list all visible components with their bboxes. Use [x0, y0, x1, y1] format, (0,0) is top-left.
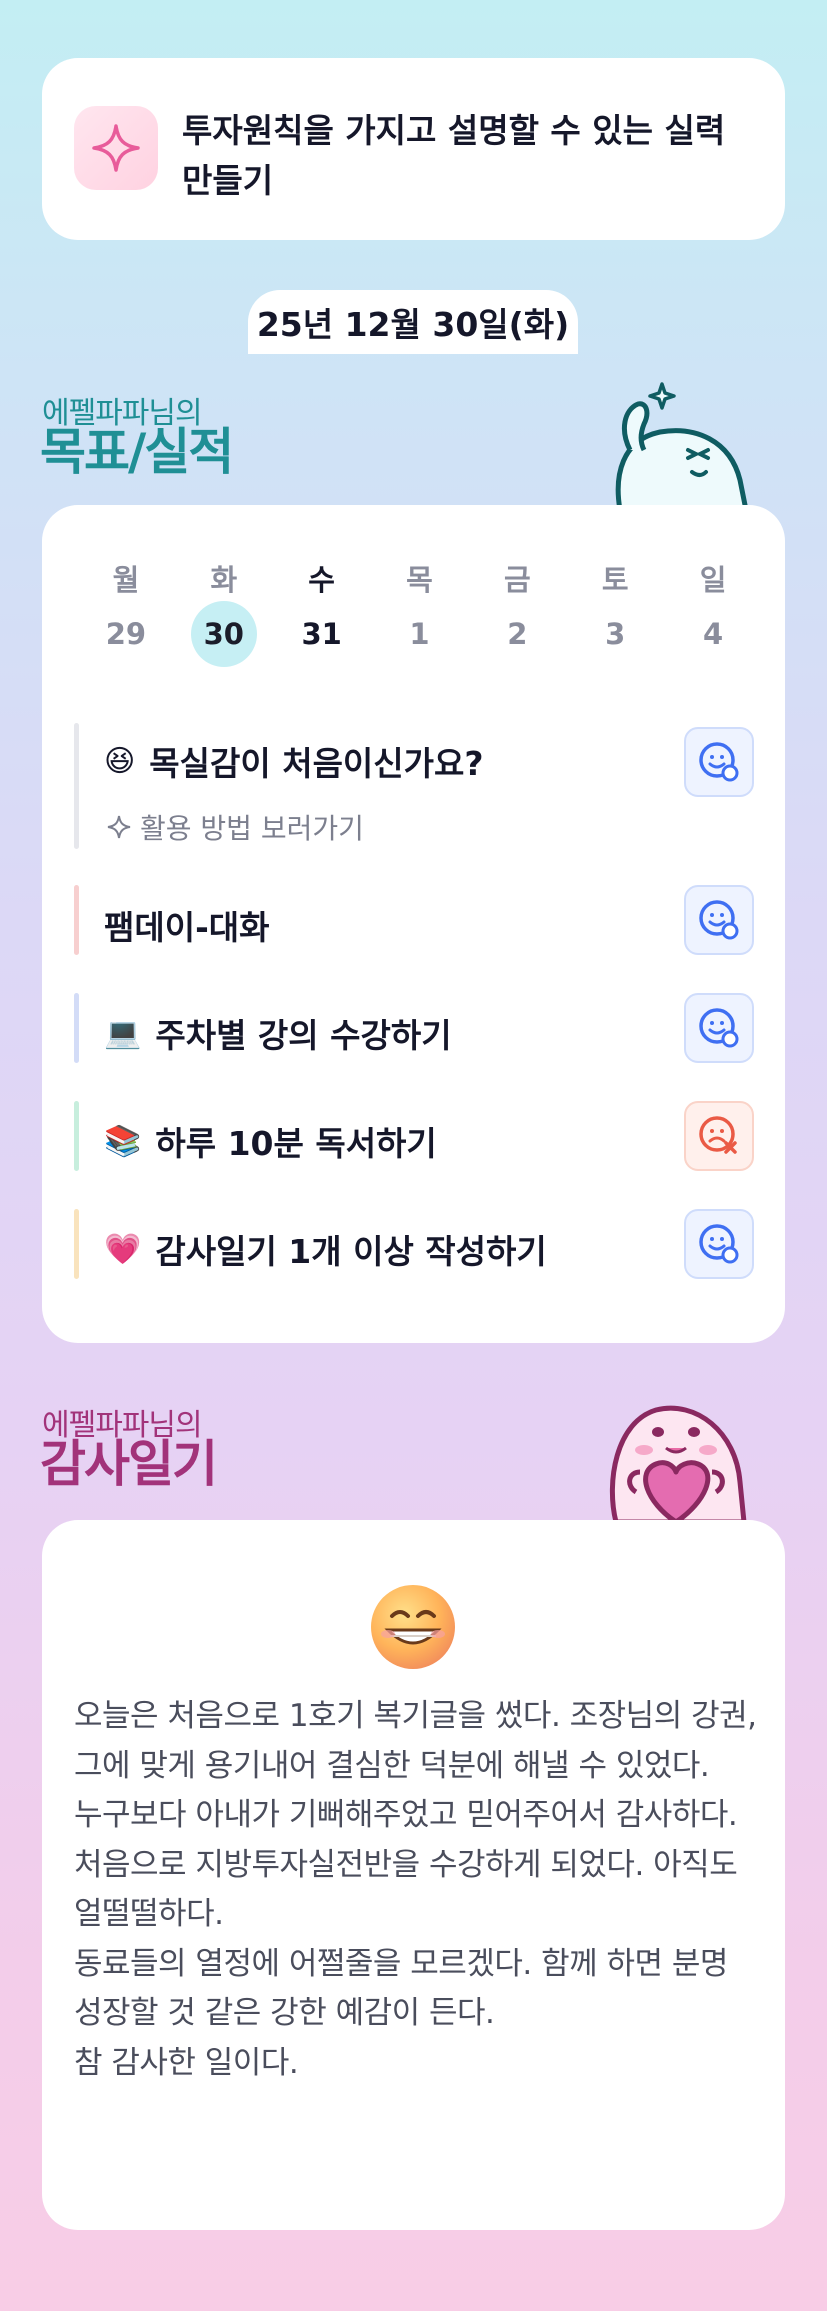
task-item[interactable]: 💻 주차별 강의 수강하기	[74, 993, 754, 1063]
task-title: 주차별 강의 수강하기	[155, 1016, 452, 1055]
task-item[interactable]: 팸데이-대화	[74, 885, 754, 955]
mascot-illustration	[600, 380, 750, 513]
sparkle-icon	[74, 106, 158, 190]
smile-icon	[699, 1008, 739, 1048]
grinning-face-icon	[368, 1582, 458, 1672]
diary-line: 누구보다 아내가 기뻐해주었고 믿어주어서 감사하다.	[74, 1797, 738, 1833]
task-status-button[interactable]	[684, 885, 754, 955]
task-status-button[interactable]	[684, 1209, 754, 1279]
task-status-button[interactable]	[684, 727, 754, 797]
calendar-day[interactable]: 29	[77, 617, 175, 667]
guide-link[interactable]: 활용 방법 보러가기	[106, 807, 364, 847]
smile-icon	[699, 742, 739, 782]
weekday-label: 목	[406, 563, 433, 597]
weekday-label: 일	[699, 563, 727, 597]
goals-card: 월 화 수 목 금 토 일 29 30 31 1 2 3 4 😆 목실감이 처음…	[42, 505, 785, 1343]
task-emoji: 😆	[104, 743, 136, 779]
date-label: 25년 12월 30일(화)	[248, 290, 578, 354]
weekday-label: 월	[112, 563, 140, 597]
date-row: 29 30 31 1 2 3 4	[77, 601, 762, 667]
diary-line: 처음으로 지방투자실전반을 수강하게 되었다. 아직도 얼떨떨하다.	[74, 1846, 738, 1933]
goal-card[interactable]: 투자원칙을 가지고 설명할 수 있는 실력 만들기	[42, 58, 785, 240]
smile-icon	[699, 900, 739, 940]
books-emoji: 📚	[104, 1123, 142, 1159]
diary-section-title: 감사일기	[40, 1435, 218, 1493]
goal-text: 투자원칙을 가지고 설명할 수 있는 실력 만들기	[182, 111, 726, 200]
weekday-label: 화	[210, 563, 238, 597]
diary-line: 오늘은 처음으로 1호기 복기글을 썼다. 조장님의 강권, 그에 맞게 용기내…	[74, 1698, 757, 1784]
calendar-day[interactable]: 3	[566, 617, 664, 667]
task-title: 팸데이-대화	[104, 908, 270, 947]
task-title: 하루 10분 독서하기	[155, 1124, 437, 1163]
weekday-label: 수	[308, 563, 335, 597]
laptop-emoji: 💻	[104, 1015, 142, 1051]
calendar-day-selected[interactable]: 30	[175, 601, 273, 667]
sad-icon	[699, 1116, 737, 1154]
diary-line: 동료들의 열정에 어쩔줄을 모르겠다. 함께 하면 분명 성장할 것 같은 강한…	[74, 1945, 728, 2032]
task-title: 목실감이 처음이신가요?	[149, 744, 484, 783]
task-item[interactable]: 😆 목실감이 처음이신가요? 활용 방법 보러가기	[74, 723, 754, 853]
calendar-day[interactable]: 31	[273, 617, 371, 667]
diary-card: 오늘은 처음으로 1호기 복기글을 썼다. 조장님의 강권, 그에 맞게 용기내…	[42, 1520, 785, 2230]
weekday-label: 토	[601, 563, 629, 597]
task-item[interactable]: 💗 감사일기 1개 이상 작성하기	[74, 1209, 754, 1279]
calendar-day[interactable]: 1	[371, 617, 469, 667]
smile-icon	[699, 1224, 739, 1264]
weekday-label: 금	[504, 563, 531, 597]
goals-section-title: 목표/실적	[40, 423, 234, 481]
heart-emoji: 💗	[104, 1231, 142, 1267]
task-status-button[interactable]	[684, 1101, 754, 1171]
mascot-heart-illustration	[596, 1392, 756, 1525]
weekday-row: 월 화 수 목 금 토 일	[77, 557, 762, 599]
task-item[interactable]: 📚 하루 10분 독서하기	[74, 1101, 754, 1171]
calendar-day[interactable]: 4	[664, 617, 762, 667]
sparkle-outline-icon	[107, 815, 131, 839]
diary-line: 참 감사한 일이다.	[74, 2044, 299, 2081]
task-title: 감사일기 1개 이상 작성하기	[155, 1232, 547, 1271]
task-status-button[interactable]	[684, 993, 754, 1063]
diary-text: 오늘은 처음으로 1호기 복기글을 썼다. 조장님의 강권, 그에 맞게 용기내…	[74, 1692, 759, 2088]
calendar-day[interactable]: 2	[468, 617, 566, 667]
